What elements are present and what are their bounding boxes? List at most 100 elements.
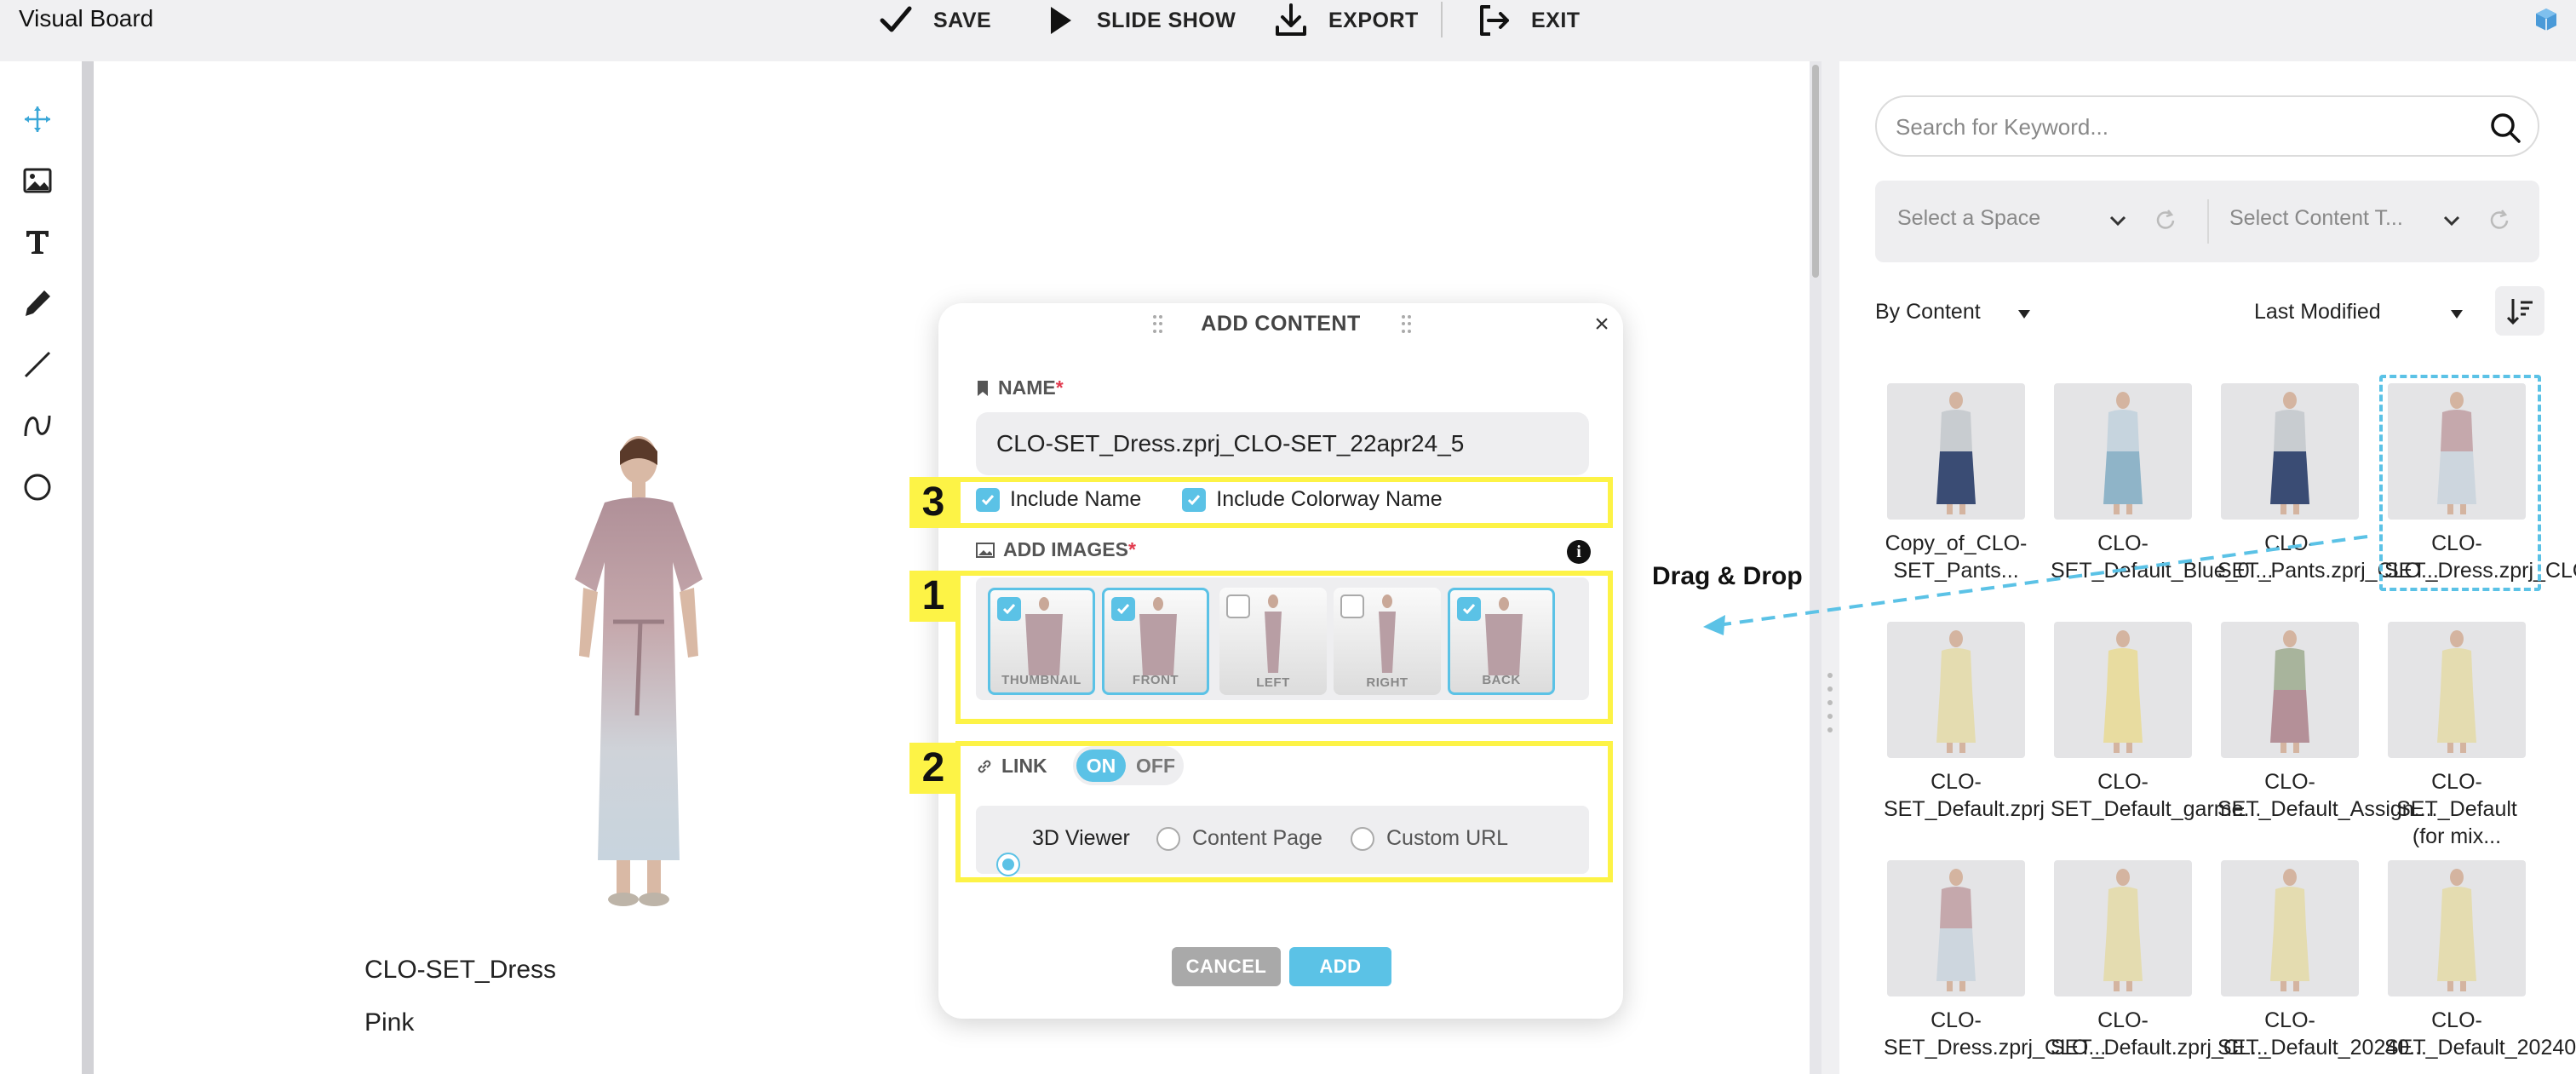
content-thumbnail[interactable] [2221, 383, 2359, 520]
step-number-1: 1 [909, 571, 957, 622]
group-by-select[interactable]: By Content [1875, 300, 1981, 324]
content-caption: CLO-SET_Default_Assign.... [2217, 770, 2438, 821]
panel-resize-handle[interactable] [1827, 673, 1833, 741]
play-icon [1051, 7, 1071, 34]
content-thumbnail[interactable] [1887, 383, 2025, 520]
step-number-2: 2 [909, 743, 957, 794]
sort-order-button[interactable] [2495, 286, 2544, 336]
search-input[interactable] [1896, 111, 2475, 143]
toolbar-divider [1441, 2, 1443, 37]
content-caption: CLO-SET_Dress.zprj_CLO... [1884, 1008, 2107, 1060]
content-card[interactable]: CLO-SET_Default_garme... [2051, 622, 2262, 823]
circle-icon [24, 474, 51, 501]
content-thumbnail[interactable] [2221, 622, 2359, 758]
exit-button[interactable]: EXIT [1475, 3, 1581, 37]
content-thumbnail[interactable] [2388, 860, 2526, 996]
content-caption: CLO-SET_Default_20240... [2384, 1008, 2576, 1060]
info-icon[interactable]: i [1567, 540, 1591, 564]
drag-handle-icon[interactable] [1402, 315, 1411, 334]
slideshow-label: SLIDE SHOW [1097, 8, 1236, 32]
chevron-down-icon[interactable] [2441, 210, 2463, 232]
dress-figure-image[interactable] [528, 426, 749, 920]
content-card[interactable]: CLO-SET_Default.zprj [1884, 622, 2045, 823]
move-tool[interactable] [19, 101, 56, 138]
text-tool[interactable] [19, 223, 56, 261]
refresh-icon[interactable] [2153, 208, 2178, 233]
content-caption: CLO-SET_Default_garme... [2051, 770, 2262, 821]
filter-bar: Select a Space Select Content T... [1875, 181, 2539, 262]
content-card[interactable]: CLO-SET_Default_20240... [2384, 860, 2576, 1061]
add-images-label: ADD IMAGES [1003, 538, 1128, 560]
content-thumbnail[interactable] [2054, 860, 2192, 996]
filter-separator [2207, 199, 2209, 244]
content-card[interactable]: CLO-SET_Dress.zprj_CLO... [2379, 375, 2576, 591]
highlight-box-1 [955, 571, 1613, 724]
slideshow-button[interactable]: SLIDE SHOW [1041, 3, 1236, 37]
order-by-select[interactable]: Last Modified [2254, 300, 2381, 324]
cancel-button[interactable]: CANCEL [1172, 947, 1281, 986]
search-icon[interactable] [2488, 111, 2522, 145]
text-icon [26, 231, 49, 254]
drag-arrow-icon [1703, 535, 2368, 635]
pen-icon [26, 290, 50, 316]
line-tool[interactable] [19, 346, 56, 383]
name-label: NAME [998, 376, 1056, 399]
close-icon[interactable]: × [1589, 312, 1615, 337]
content-card[interactable]: CLO-SET_Default_20240... [2217, 860, 2427, 1061]
left-toolbar [0, 61, 82, 1074]
content-thumbnail[interactable] [2221, 860, 2359, 996]
name-field[interactable]: CLO-SET_Dress.zprj_CLO-SET_22apr24_5 [976, 412, 1589, 475]
content-card[interactable]: CLO-SET_Dress.zprj_CLO... [1884, 860, 2107, 1061]
highlight-box-2 [955, 741, 1613, 882]
toolbar-divider-vertical[interactable] [82, 61, 94, 1074]
curve-icon [24, 415, 51, 437]
dialog-title: ADD CONTENT [1201, 312, 1361, 336]
save-button[interactable]: SAVE [877, 3, 991, 37]
space-select[interactable]: Select a Space [1897, 206, 2040, 231]
content-thumbnail[interactable] [1887, 860, 2025, 996]
top-bar: Visual Board SAVE SLIDE SHOW EXPORT EXIT [0, 0, 2576, 61]
bookmark-icon [978, 380, 988, 396]
circle-tool[interactable] [19, 468, 56, 506]
required-mark: * [1127, 538, 1136, 560]
content-caption: CLO-SET_Default (for mix... [2396, 770, 2517, 848]
export-label: EXPORT [1328, 8, 1419, 32]
highlight-box-3 [955, 477, 1613, 528]
name-section-label: NAME* [976, 376, 1064, 399]
content-card[interactable]: CLO-SET_Default (for mix... [2388, 622, 2526, 850]
image-icon [976, 542, 995, 558]
curve-tool[interactable] [19, 407, 56, 445]
scrollbar-thumb[interactable] [1812, 65, 1819, 278]
content-card[interactable]: CLO-SET_Default.zprj_CL... [2051, 860, 2269, 1061]
required-mark: * [1055, 376, 1064, 399]
cube-icon[interactable] [2533, 7, 2559, 32]
move-icon [25, 106, 50, 132]
content-thumbnail[interactable] [2388, 383, 2526, 520]
exit-icon [1480, 5, 1509, 36]
caret-down-icon[interactable] [2451, 310, 2463, 319]
sort-icon [2506, 299, 2533, 325]
image-tool[interactable] [19, 162, 56, 199]
export-button[interactable]: EXPORT [1272, 3, 1419, 37]
canvas-item-name: CLO-SET_Dress [364, 956, 557, 984]
content-thumbnail[interactable] [1887, 622, 2025, 758]
chevron-down-icon[interactable] [2107, 210, 2129, 232]
content-thumbnail[interactable] [2054, 622, 2192, 758]
search-box [1875, 95, 2539, 157]
content-thumbnail[interactable] [2054, 383, 2192, 520]
step-number-3: 3 [909, 477, 957, 528]
content-caption: CLO-SET_Default.zprj [1884, 770, 2045, 821]
content-type-select[interactable]: Select Content T... [2229, 206, 2403, 231]
pen-tool[interactable] [19, 284, 56, 322]
refresh-icon[interactable] [2487, 208, 2512, 233]
image-icon [23, 168, 52, 193]
caret-down-icon[interactable] [2018, 310, 2030, 319]
save-label: SAVE [933, 8, 992, 32]
content-thumbnail[interactable] [2388, 622, 2526, 758]
sort-row: By Content Last Modified [1875, 286, 2544, 336]
add-button[interactable]: ADD [1289, 947, 1391, 986]
line-icon [24, 351, 51, 378]
content-card[interactable]: CLO-SET_Default_Assign.... [2217, 622, 2437, 823]
download-icon [1276, 3, 1306, 36]
app-title: Visual Board [19, 5, 154, 32]
